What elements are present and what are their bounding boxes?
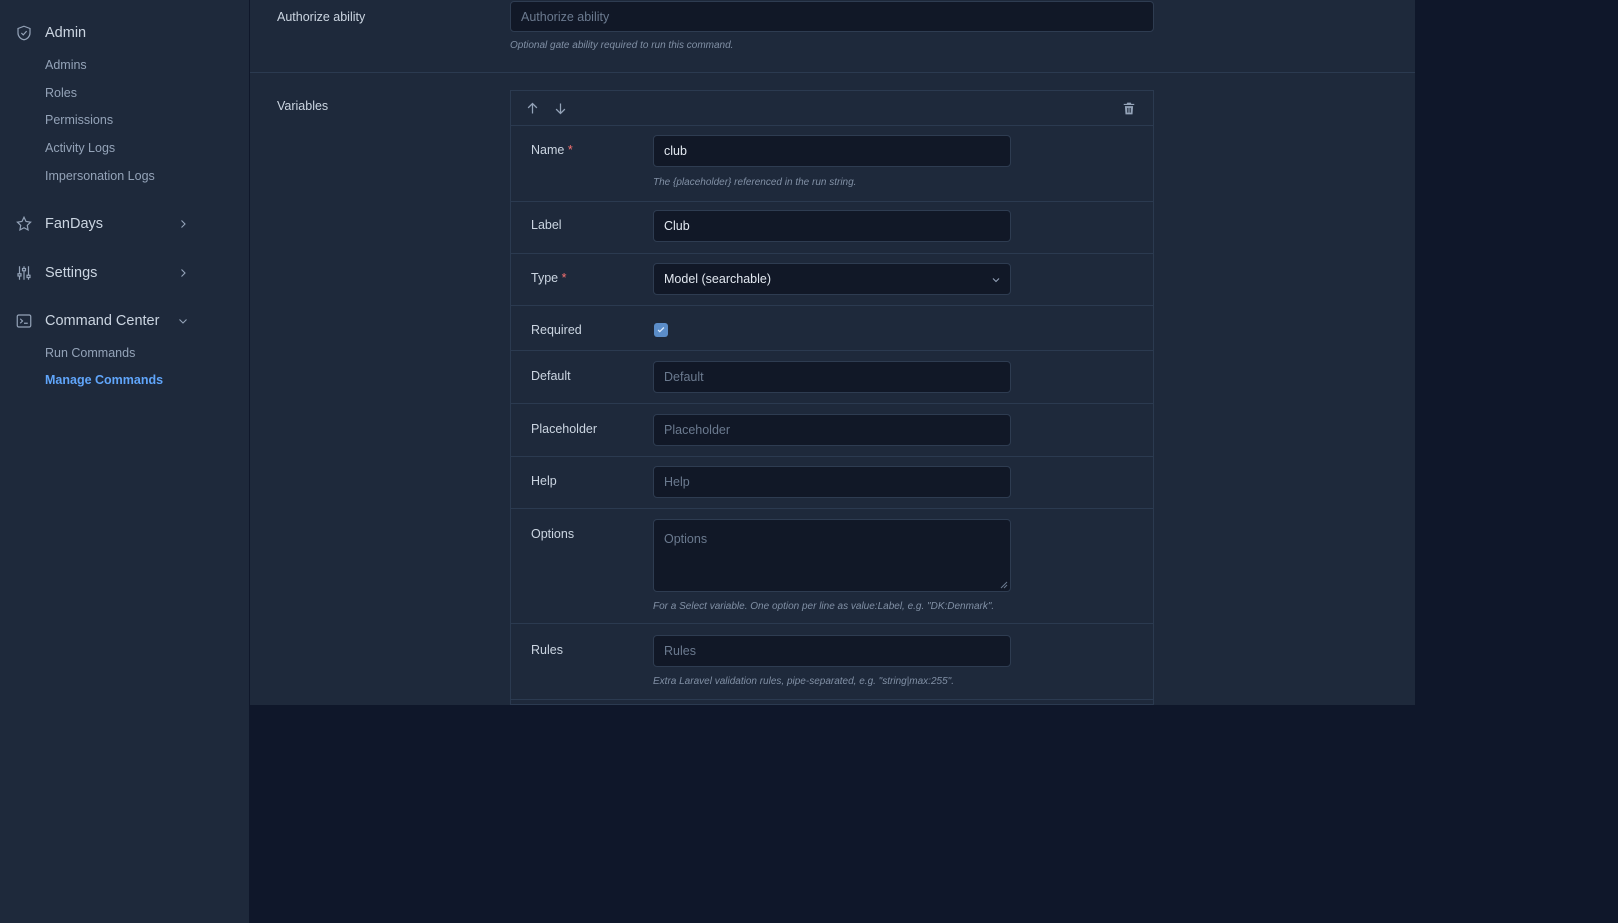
label-field-label: Label bbox=[531, 218, 562, 232]
chevron-right-icon bbox=[176, 217, 190, 231]
sidebar-item-run-commands[interactable]: Run Commands bbox=[45, 345, 135, 361]
chevron-right-icon bbox=[176, 266, 190, 280]
name-input[interactable]: club bbox=[653, 135, 1011, 167]
required-label: Required bbox=[531, 323, 582, 337]
sidebar-item-admins[interactable]: Admins bbox=[45, 57, 87, 73]
options-label: Options bbox=[531, 527, 575, 541]
authorize-help: Optional gate ability required to run th… bbox=[510, 40, 734, 51]
help-input[interactable]: Help bbox=[653, 466, 1011, 498]
chevron-down-icon bbox=[176, 314, 190, 328]
authorize-input[interactable]: Authorize ability bbox=[510, 1, 1154, 32]
sidebar-item-impersonation-logs[interactable]: Impersonation Logs bbox=[45, 168, 155, 184]
default-label: Default bbox=[531, 369, 571, 383]
nav-group-fandays[interactable]: FanDays bbox=[14, 212, 190, 236]
arrow-up-icon[interactable] bbox=[524, 100, 540, 116]
placeholder-label: Placeholder bbox=[531, 422, 598, 436]
trash-icon[interactable] bbox=[1121, 100, 1137, 116]
type-label: Type * bbox=[531, 271, 567, 285]
variables-label: Variables bbox=[277, 99, 329, 113]
sidebar-item-activity-logs[interactable]: Activity Logs bbox=[45, 140, 115, 156]
options-textarea[interactable]: Options bbox=[653, 519, 1011, 592]
nav-group-label: Admin bbox=[45, 25, 87, 41]
resize-handle-icon[interactable] bbox=[1000, 581, 1008, 589]
options-help: For a Select variable. One option per li… bbox=[653, 601, 995, 612]
placeholder-input[interactable]: Placeholder bbox=[653, 414, 1011, 446]
shield-icon bbox=[14, 23, 34, 43]
sidebar: Admin Admins Roles Permissions Activity … bbox=[0, 0, 249, 923]
authorize-label: Authorize ability bbox=[277, 10, 366, 24]
label-input[interactable]: Club bbox=[653, 210, 1011, 242]
nav-group-settings[interactable]: Settings bbox=[14, 261, 190, 285]
repeater-toolbar bbox=[511, 91, 1153, 126]
rules-input[interactable]: Rules bbox=[653, 635, 1011, 667]
nav-group-admin[interactable]: Admin bbox=[14, 21, 190, 45]
nav-group-label: Settings bbox=[45, 265, 98, 281]
rules-help: Extra Laravel validation rules, pipe-sep… bbox=[653, 676, 954, 687]
nav-group-label: FanDays bbox=[45, 216, 104, 232]
sidebar-item-permissions[interactable]: Permissions bbox=[45, 112, 113, 128]
terminal-icon bbox=[14, 311, 34, 331]
type-select[interactable]: Model (searchable) bbox=[653, 263, 1011, 295]
chevron-down-icon bbox=[990, 274, 1002, 286]
help-label: Help bbox=[531, 474, 557, 488]
type-select-value: Model (searchable) bbox=[664, 272, 771, 286]
options-placeholder: Options bbox=[664, 532, 708, 546]
star-icon bbox=[14, 214, 34, 234]
required-checkbox[interactable] bbox=[654, 323, 668, 337]
name-help: The {placeholder} referenced in the run … bbox=[653, 177, 857, 188]
form-panel: Authorize ability Authorize ability Opti… bbox=[250, 0, 1415, 705]
sidebar-item-roles[interactable]: Roles bbox=[45, 85, 77, 101]
arrow-down-icon[interactable] bbox=[552, 100, 568, 116]
nav-group-command-center[interactable]: Command Center bbox=[14, 309, 190, 333]
authorize-row: Authorize ability Authorize ability Opti… bbox=[250, 0, 1415, 73]
rules-label: Rules bbox=[531, 643, 563, 657]
sidebar-item-manage-commands[interactable]: Manage Commands bbox=[45, 372, 163, 388]
name-label: Name * bbox=[531, 143, 573, 157]
variables-repeater: Name * club The {placeholder} referenced… bbox=[510, 90, 1154, 705]
default-input[interactable]: Default bbox=[653, 361, 1011, 393]
nav-group-label: Command Center bbox=[45, 313, 160, 329]
sliders-icon bbox=[14, 263, 34, 283]
